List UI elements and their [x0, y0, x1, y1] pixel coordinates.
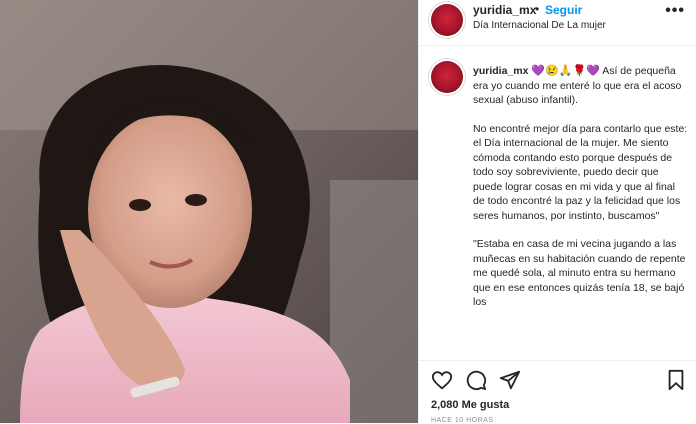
caption-area[interactable]: yuridia_mx 💜😢🙏🌹💜 Así de pequeña era yo c…: [419, 47, 696, 360]
post-header: yuridia_mx • Seguir Día Internacional De…: [419, 0, 696, 46]
caption-paragraph-2: No encontré mejor día para contarlo que …: [473, 122, 688, 222]
caption-avatar[interactable]: [431, 61, 463, 93]
avatar[interactable]: [431, 4, 463, 36]
caption-emojis: 💜😢🙏🌹💜: [531, 65, 600, 77]
actions-bar: 2,080 Me gusta HACE 10 HORAS: [419, 360, 696, 424]
separator-dot: •: [535, 2, 540, 16]
share-icon[interactable]: [499, 369, 521, 391]
caption-username[interactable]: yuridia_mx: [473, 65, 528, 77]
heart-icon[interactable]: [431, 369, 453, 391]
bookmark-icon[interactable]: [665, 369, 687, 391]
comment-icon[interactable]: [465, 369, 487, 391]
header-username[interactable]: yuridia_mx: [473, 3, 536, 17]
post-image[interactable]: [0, 0, 418, 423]
follow-button[interactable]: Seguir: [545, 3, 582, 17]
likes-count[interactable]: 2,080 Me gusta: [431, 399, 509, 411]
post-panel: yuridia_mx • Seguir Día Internacional De…: [418, 0, 696, 424]
location-link[interactable]: Día Internacional De La mujer: [473, 20, 606, 31]
more-options-icon[interactable]: •••: [665, 2, 685, 20]
caption-paragraph-3: "Estaba en casa de mi vecina jugando a l…: [473, 238, 686, 308]
post-caption: yuridia_mx 💜😢🙏🌹💜 Así de pequeña era yo c…: [473, 64, 688, 324]
